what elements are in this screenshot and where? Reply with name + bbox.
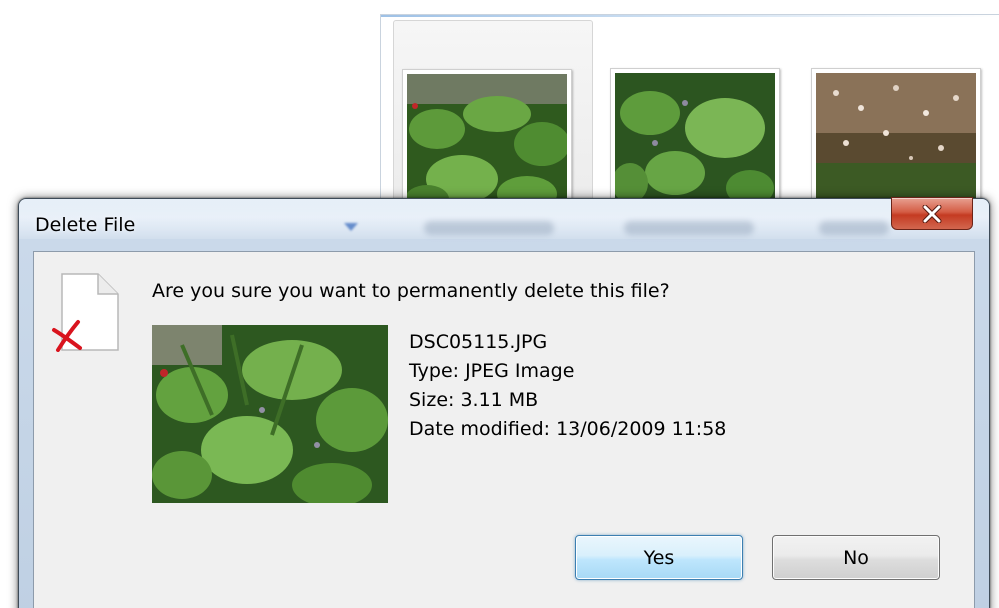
delete-file-dialog: Delete File Are you sure you want to per… [18,197,990,608]
dialog-title: Delete File [35,214,136,236]
yes-button[interactable]: Yes [575,535,743,580]
thumbnail-image [811,68,981,218]
file-delete-icon [52,273,119,352]
thumbnail-item-3[interactable] [805,20,999,220]
confirmation-question: Are you sure you want to permanently del… [152,280,670,302]
file-type: Type: JPEG Image [409,360,575,382]
file-details: DSC05115.JPG Type: JPEG Image Size: 3.11… [409,328,726,444]
dialog-content: Are you sure you want to permanently del… [33,251,975,608]
blurred-background-label [624,221,754,235]
no-button[interactable]: No [772,535,940,580]
thumbnail-image [402,69,572,219]
blurred-background-label [819,221,889,235]
file-preview-image [152,325,388,503]
explorer-border [381,15,999,17]
thumbnail-image [610,68,780,218]
thumbnail-item-1[interactable] [393,20,593,220]
file-size: Size: 3.11 MB [409,389,539,411]
thumbnail-item-2[interactable] [599,20,799,220]
blurred-background-label [424,221,554,235]
file-name: DSC05115.JPG [409,331,548,353]
screen: Delete File Are you sure you want to per… [0,0,999,608]
close-icon [922,204,942,223]
blurred-dropdown-arrow [344,223,358,231]
close-button[interactable] [891,197,973,230]
file-date-modified: Date modified: 13/06/2009 11:58 [409,418,727,440]
